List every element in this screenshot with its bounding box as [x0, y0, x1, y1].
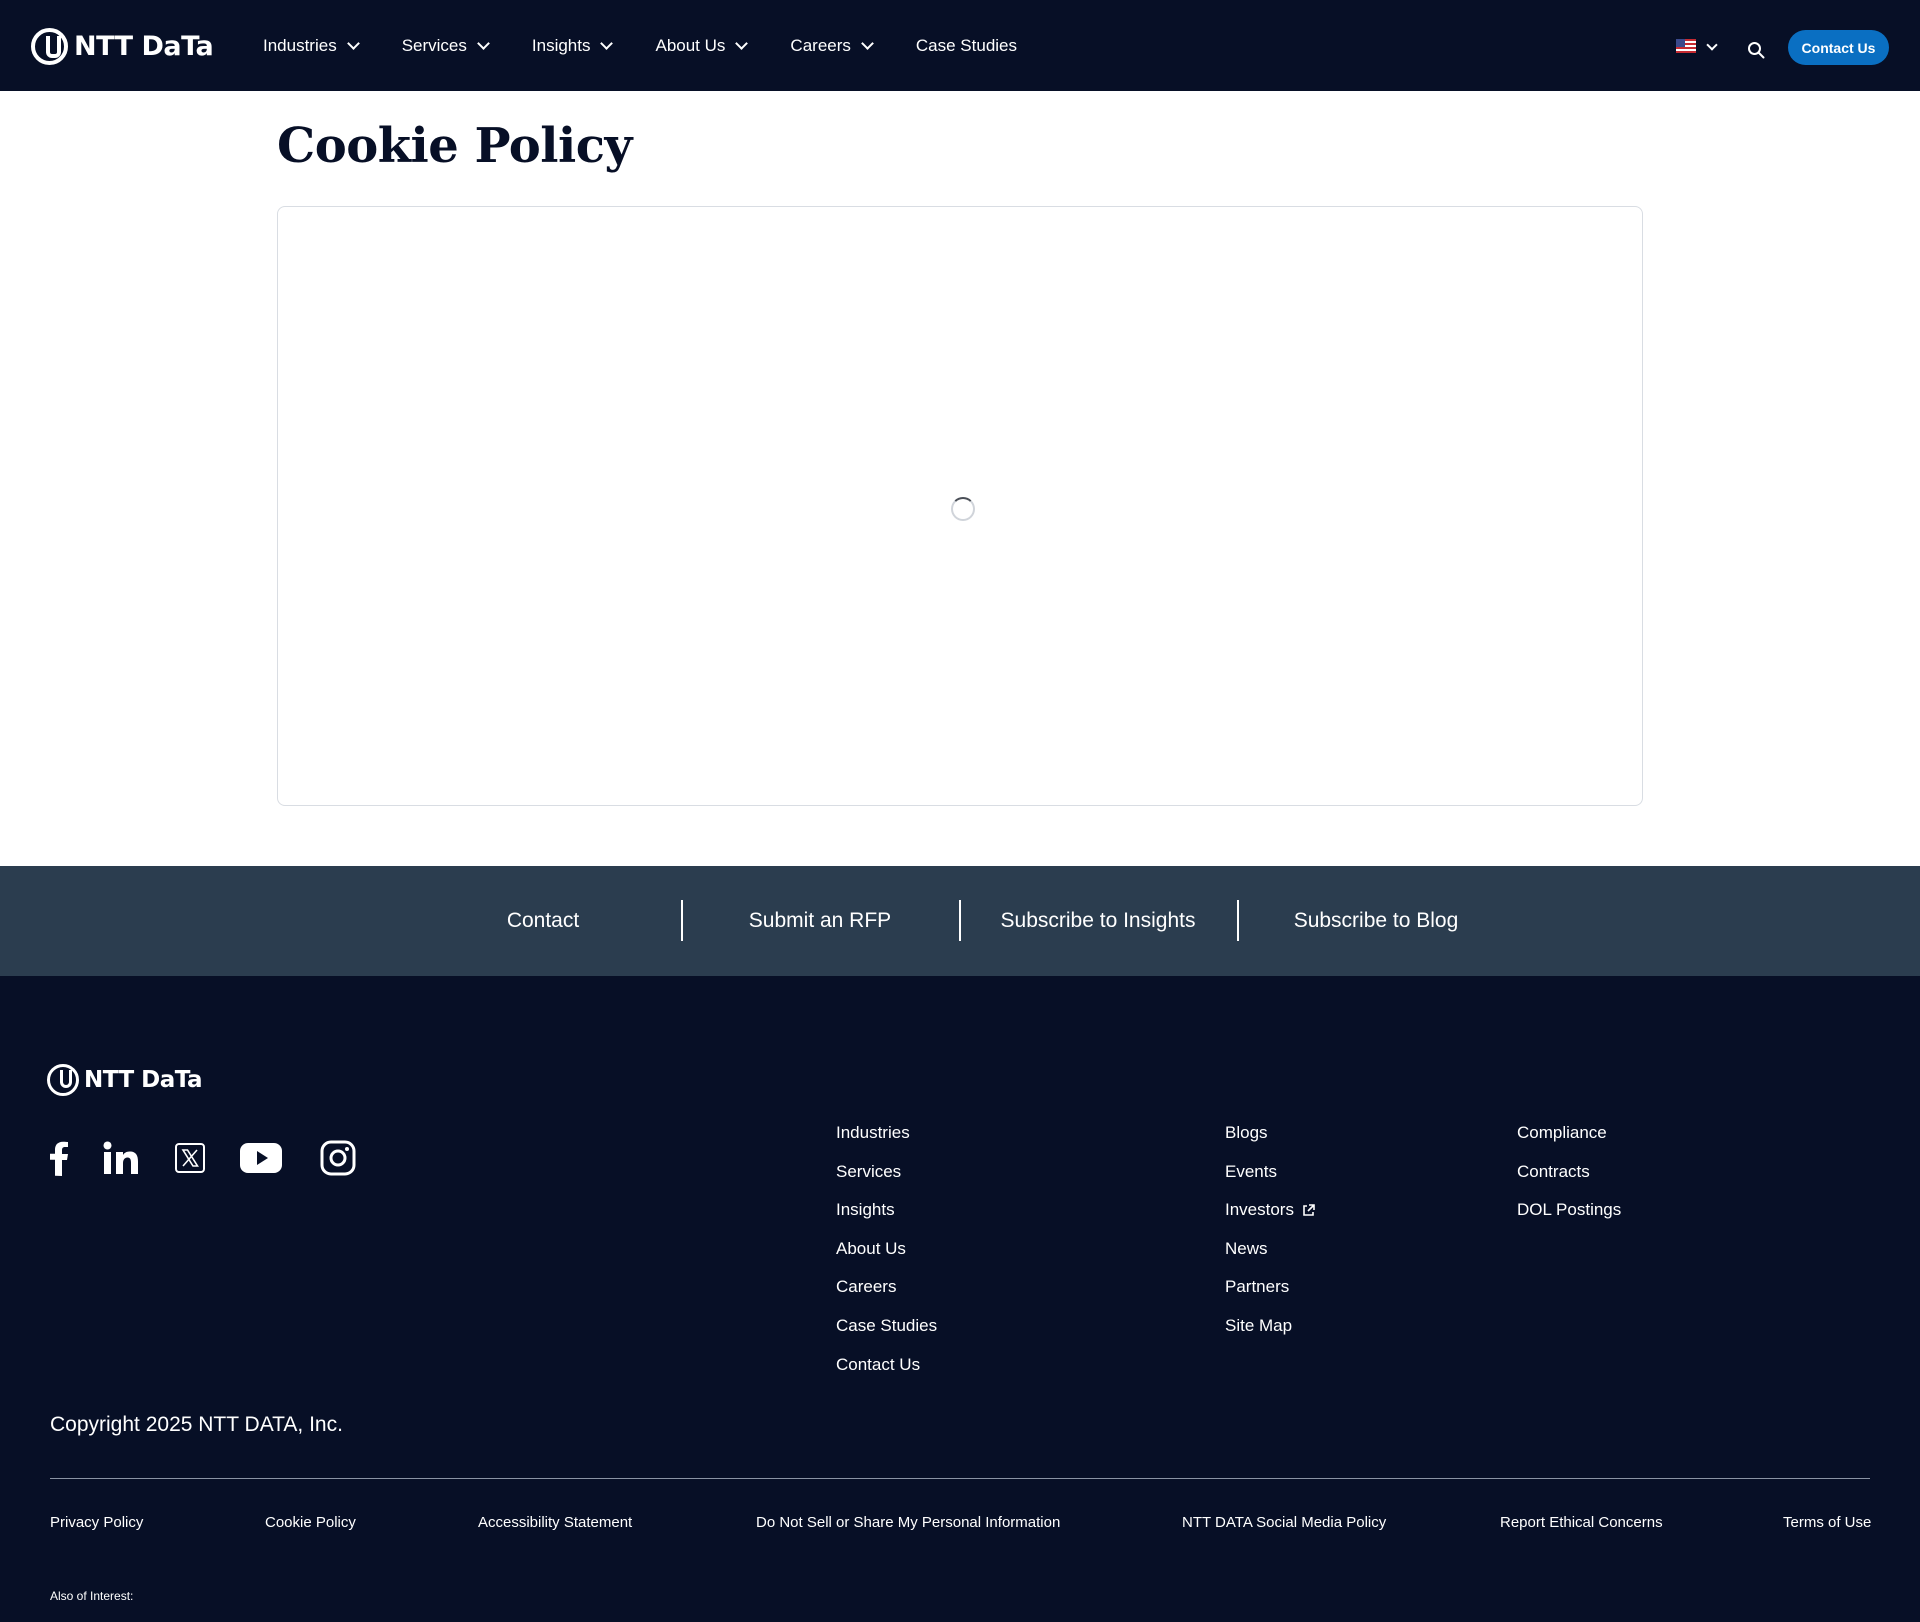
- nav-item-label: Careers: [790, 35, 851, 55]
- linkedin-icon[interactable]: [102, 1138, 140, 1178]
- cta-contact[interactable]: Contact: [404, 866, 682, 976]
- facebook-icon[interactable]: [48, 1138, 70, 1178]
- legal-link-terms-of-use[interactable]: Terms of Use: [1783, 1514, 1871, 1531]
- logo-text: NTT DaTa: [84, 1067, 203, 1093]
- cta-subscribe-blog[interactable]: Subscribe to Blog: [1237, 866, 1515, 976]
- x-icon[interactable]: [174, 1138, 206, 1178]
- external-link-icon: [1303, 1204, 1315, 1217]
- legal-link-social-media-policy[interactable]: NTT DATA Social Media Policy: [1182, 1514, 1386, 1531]
- footer-column-main: Industries Services Insights About Us Ca…: [836, 1122, 937, 1392]
- footer-link-case-studies[interactable]: Case Studies: [836, 1315, 937, 1354]
- footer-link-about-us[interactable]: About Us: [836, 1238, 937, 1277]
- main-nav: Industries Services Insights About Us Ca…: [263, 0, 1061, 91]
- ntt-logo-mark-icon: [31, 28, 68, 65]
- chevron-down-icon: [735, 36, 749, 50]
- footer-ntt-data-logo[interactable]: NTT DaTa: [47, 1064, 203, 1096]
- nav-item-industries[interactable]: Industries: [263, 35, 360, 56]
- youtube-icon[interactable]: [239, 1138, 283, 1178]
- footer-link-blogs[interactable]: Blogs: [1225, 1122, 1315, 1161]
- footer-link-industries[interactable]: Industries: [836, 1122, 937, 1161]
- search-icon[interactable]: [1747, 41, 1765, 59]
- footer-column-resources: Blogs Events Investors News Partners Sit…: [1225, 1122, 1315, 1354]
- cta-submit-rfp[interactable]: Submit an RFP: [681, 866, 959, 976]
- chevron-down-icon: [600, 36, 614, 50]
- footer-column-compliance: Compliance Contracts DOL Postings: [1517, 1122, 1621, 1238]
- footer-link-compliance[interactable]: Compliance: [1517, 1122, 1621, 1161]
- nav-item-insights[interactable]: Insights: [531, 35, 614, 56]
- nav-item-careers[interactable]: Careers: [790, 35, 874, 56]
- legal-link-accessibility[interactable]: Accessibility Statement: [478, 1514, 632, 1531]
- footer-divider: [50, 1478, 1870, 1479]
- footer-link-investors[interactable]: Investors: [1225, 1199, 1315, 1238]
- cta-band: Contact Submit an RFP Subscribe to Insig…: [0, 866, 1920, 976]
- footer-link-site-map[interactable]: Site Map: [1225, 1315, 1315, 1354]
- logo-text: NTT DaTa: [74, 31, 214, 62]
- ntt-data-logo[interactable]: NTT DaTa: [31, 28, 214, 65]
- nav-item-label: Insights: [531, 35, 591, 55]
- footer-link-services[interactable]: Services: [836, 1161, 937, 1200]
- nav-item-label: Case Studies: [915, 35, 1018, 55]
- legal-link-privacy-policy[interactable]: Privacy Policy: [50, 1514, 143, 1531]
- nav-item-case-studies[interactable]: Case Studies: [916, 36, 1017, 56]
- footer-link-investors-label: Investors: [1225, 1200, 1294, 1220]
- contact-us-button[interactable]: Contact Us: [1788, 30, 1889, 65]
- nav-item-services[interactable]: Services: [401, 35, 490, 56]
- chevron-down-icon[interactable]: [1706, 39, 1718, 51]
- nav-item-about-us[interactable]: About Us: [655, 35, 749, 56]
- instagram-icon[interactable]: [319, 1138, 357, 1178]
- footer-link-insights[interactable]: Insights: [836, 1199, 937, 1238]
- also-of-interest-label: Also of Interest:: [50, 1589, 134, 1603]
- footer-link-news[interactable]: News: [1225, 1238, 1315, 1277]
- nav-item-label: Services: [401, 35, 467, 55]
- legal-link-report-ethical-concerns[interactable]: Report Ethical Concerns: [1500, 1514, 1663, 1531]
- loading-spinner-icon: [951, 497, 975, 521]
- cta-subscribe-insights[interactable]: Subscribe to Insights: [959, 866, 1237, 976]
- site-header: NTT DaTa Industries Services Insights Ab…: [0, 0, 1920, 91]
- site-footer: NTT DaTa Industries Services Insights Ab…: [0, 976, 1920, 1622]
- footer-link-dol-postings[interactable]: DOL Postings: [1517, 1199, 1621, 1238]
- nav-item-label: About Us: [655, 35, 726, 55]
- cookie-policy-content-frame: [277, 206, 1643, 806]
- footer-link-contact-us[interactable]: Contact Us: [836, 1354, 937, 1393]
- ntt-logo-mark-icon: [47, 1064, 79, 1096]
- copyright-text: Copyright 2025 NTT DATA, Inc.: [50, 1413, 343, 1436]
- page-title: Cookie Policy: [277, 118, 632, 174]
- footer-link-events[interactable]: Events: [1225, 1161, 1315, 1200]
- footer-link-contracts[interactable]: Contracts: [1517, 1161, 1621, 1200]
- us-flag-icon[interactable]: [1676, 39, 1696, 53]
- legal-link-do-not-sell[interactable]: Do Not Sell or Share My Personal Informa…: [756, 1514, 1060, 1531]
- legal-link-cookie-policy[interactable]: Cookie Policy: [265, 1514, 356, 1531]
- chevron-down-icon: [861, 36, 874, 50]
- footer-link-careers[interactable]: Careers: [836, 1276, 937, 1315]
- chevron-down-icon: [346, 36, 360, 50]
- footer-link-partners[interactable]: Partners: [1225, 1276, 1315, 1315]
- nav-item-label: Industries: [263, 35, 337, 55]
- chevron-down-icon: [477, 36, 490, 50]
